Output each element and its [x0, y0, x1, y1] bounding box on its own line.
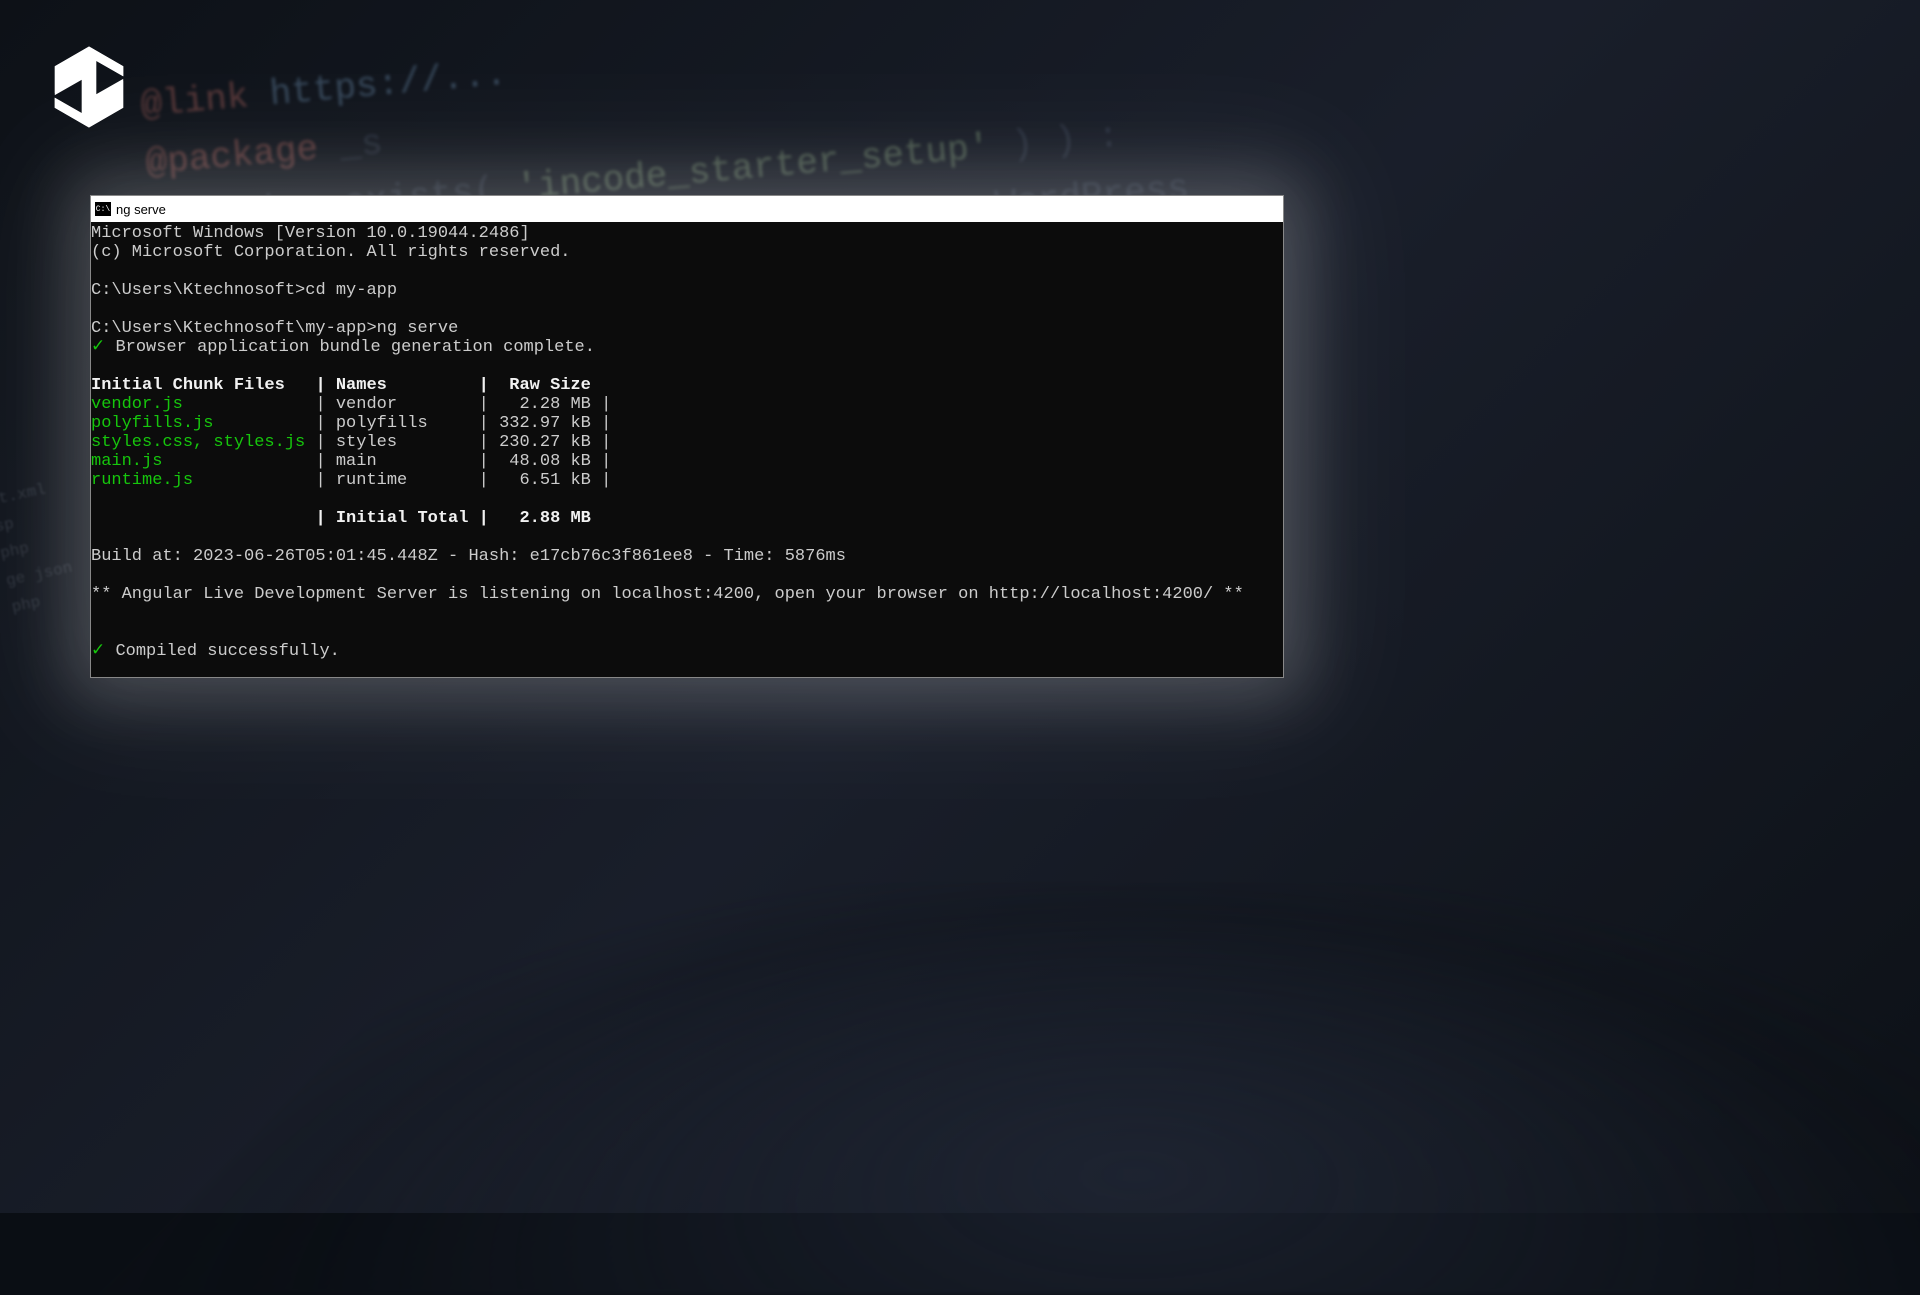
chunk-file: vendor.js [91, 395, 315, 414]
prompt-1: C:\Users\Ktechnosoft> [91, 281, 305, 300]
terminal-titlebar[interactable]: C:\ ng serve [91, 196, 1283, 222]
chunk-info: | vendor | 2.28 MB | [315, 395, 621, 414]
chunk-info: | styles | 230.27 kB | [315, 433, 621, 452]
chunk-file: runtime.js [91, 471, 315, 490]
command-ng-serve: ng serve [377, 319, 459, 338]
check-icon: ✓ [91, 338, 105, 357]
chunk-info: | polyfills | 332.97 kB | [315, 414, 621, 433]
check-icon: ✓ [91, 642, 105, 661]
table-header-rest: | Names | Raw Size [315, 376, 590, 395]
terminal-window: C:\ ng serve Microsoft Windows [Version … [90, 195, 1284, 678]
os-version-line: Microsoft Windows [Version 10.0.19044.24… [91, 224, 530, 243]
brand-logo-icon [44, 42, 134, 132]
chunk-info: | runtime | 6.51 kB | [315, 471, 621, 490]
chunk-file: styles.css, styles.js [91, 433, 315, 452]
copyright-line: (c) Microsoft Corporation. All rights re… [91, 243, 570, 262]
bundle-complete-msg: Browser application bundle generation co… [105, 338, 595, 357]
compiled-success-msg: Compiled successfully. [105, 642, 340, 661]
terminal-body[interactable]: Microsoft Windows [Version 10.0.19044.24… [91, 222, 1283, 677]
initial-total-line: | Initial Total | 2.88 MB [315, 509, 590, 528]
cmd-icon: C:\ [95, 202, 111, 216]
table-header-files: Initial Chunk Files [91, 376, 315, 395]
dev-server-line: ** Angular Live Development Server is li… [91, 585, 1244, 604]
window-title: ng serve [116, 202, 166, 217]
chunk-file: main.js [91, 452, 315, 471]
build-info-line: Build at: 2023-06-26T05:01:45.448Z - Has… [91, 547, 846, 566]
command-cd: cd my-app [305, 281, 397, 300]
chunk-file: polyfills.js [91, 414, 315, 433]
chunk-info: | main | 48.08 kB | [315, 452, 621, 471]
prompt-2: C:\Users\Ktechnosoft\my-app> [91, 319, 377, 338]
